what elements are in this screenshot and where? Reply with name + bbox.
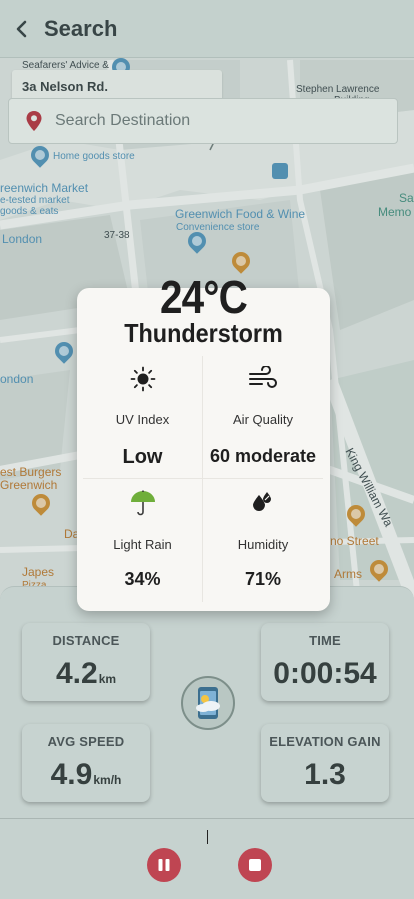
temperature: 24°C	[160, 271, 248, 323]
uv-index-cell: UV Index Low	[83, 356, 203, 479]
elevation-gain-value: 1.3	[304, 758, 346, 791]
map-label-sa: Sa	[399, 191, 414, 205]
back-button[interactable]	[0, 0, 44, 58]
page-title: Search	[44, 15, 118, 41]
distance-label: DISTANCE	[52, 633, 120, 648]
humidity-value: 71%	[244, 569, 282, 589]
bus-stop-icon[interactable]	[272, 163, 288, 179]
top-bar: Search	[0, 0, 414, 58]
map-label-home-goods: Home goods store	[53, 151, 135, 162]
uv-index-label: UV Index	[115, 412, 170, 427]
pause-icon	[158, 859, 170, 871]
text-cursor	[207, 830, 208, 844]
map-label-goods-eats: goods & eats	[0, 206, 59, 217]
weather-grid: UV Index Low Air Quality 60 moderate Lig…	[83, 356, 323, 602]
humidity-label: Humidity	[237, 537, 289, 552]
pause-button[interactable]	[147, 848, 181, 882]
avg-speed-label: AVG SPEED	[47, 734, 125, 749]
map-label-number: 37-38	[104, 230, 130, 241]
weather-condition: Thunderstorm	[124, 318, 283, 348]
weather-popup: 24°C Thunderstorm UV Index Low Air Quali…	[77, 271, 330, 611]
panel-divider	[0, 818, 414, 819]
map-label-london-2: ondon	[0, 372, 34, 386]
time-label: TIME	[309, 633, 341, 648]
elevation-gain-label: ELEVATION GAIN	[269, 734, 381, 749]
map-label-arms: Arms	[334, 567, 362, 581]
humidity-icon	[203, 489, 323, 517]
map-label-greenwich-market: reenwich Market	[0, 181, 89, 195]
light-rain-label: Light Rain	[113, 537, 172, 552]
time-value: 0:00:54	[273, 657, 377, 690]
elevation-gain-card: ELEVATION GAIN 1.3	[261, 724, 389, 802]
umbrella-icon	[83, 489, 202, 517]
air-quality-value: 60 moderate	[209, 446, 317, 466]
distance-value-row: 4.2km	[22, 657, 150, 691]
location-pin-icon	[26, 111, 42, 131]
avg-speed-card: AVG SPEED 4.9km/h	[22, 724, 150, 802]
humidity-cell: Humidity 71%	[203, 479, 323, 602]
map-label-no-street: no Street	[330, 534, 379, 548]
map-label-memo: Memo	[378, 205, 412, 219]
map-label-tested-market: e-tested market	[0, 195, 70, 206]
chevron-left-icon	[16, 20, 27, 37]
map-label-japes: Japes	[22, 565, 55, 579]
avg-speed-value: 4.9	[50, 758, 93, 791]
map-label-greenwich: Greenwich	[0, 478, 58, 492]
uv-index-value: Low	[122, 446, 163, 468]
map-label-convenience: Convenience store	[176, 222, 260, 233]
avg-speed-unit: km/h	[93, 773, 122, 787]
map-label-stephen: Stephen Lawrence	[296, 84, 380, 95]
distance-value: 4.2	[55, 657, 98, 690]
stop-icon	[249, 859, 261, 871]
current-address: 3a Nelson Rd.	[22, 79, 108, 94]
stop-button[interactable]	[238, 848, 272, 882]
distance-unit: km	[98, 672, 117, 686]
phone-weather-icon	[196, 687, 220, 719]
air-quality-label: Air Quality	[233, 412, 293, 427]
search-destination-input[interactable]	[55, 112, 355, 130]
light-rain-cell: Light Rain 34%	[83, 479, 203, 602]
map-label-london: London	[2, 232, 43, 246]
distance-card: DISTANCE 4.2km	[22, 623, 150, 701]
sun-icon	[83, 366, 202, 394]
air-quality-cell: Air Quality 60 moderate	[203, 356, 323, 479]
avg-speed-value-row: 4.9km/h	[22, 758, 150, 792]
time-card: TIME 0:00:54	[261, 623, 389, 701]
search-destination-box[interactable]	[8, 98, 398, 144]
weather-app-button[interactable]	[181, 676, 235, 730]
light-rain-value: 34%	[124, 569, 161, 589]
map-label-food-wine: Greenwich Food & Wine	[175, 207, 306, 221]
wind-icon	[203, 366, 323, 394]
